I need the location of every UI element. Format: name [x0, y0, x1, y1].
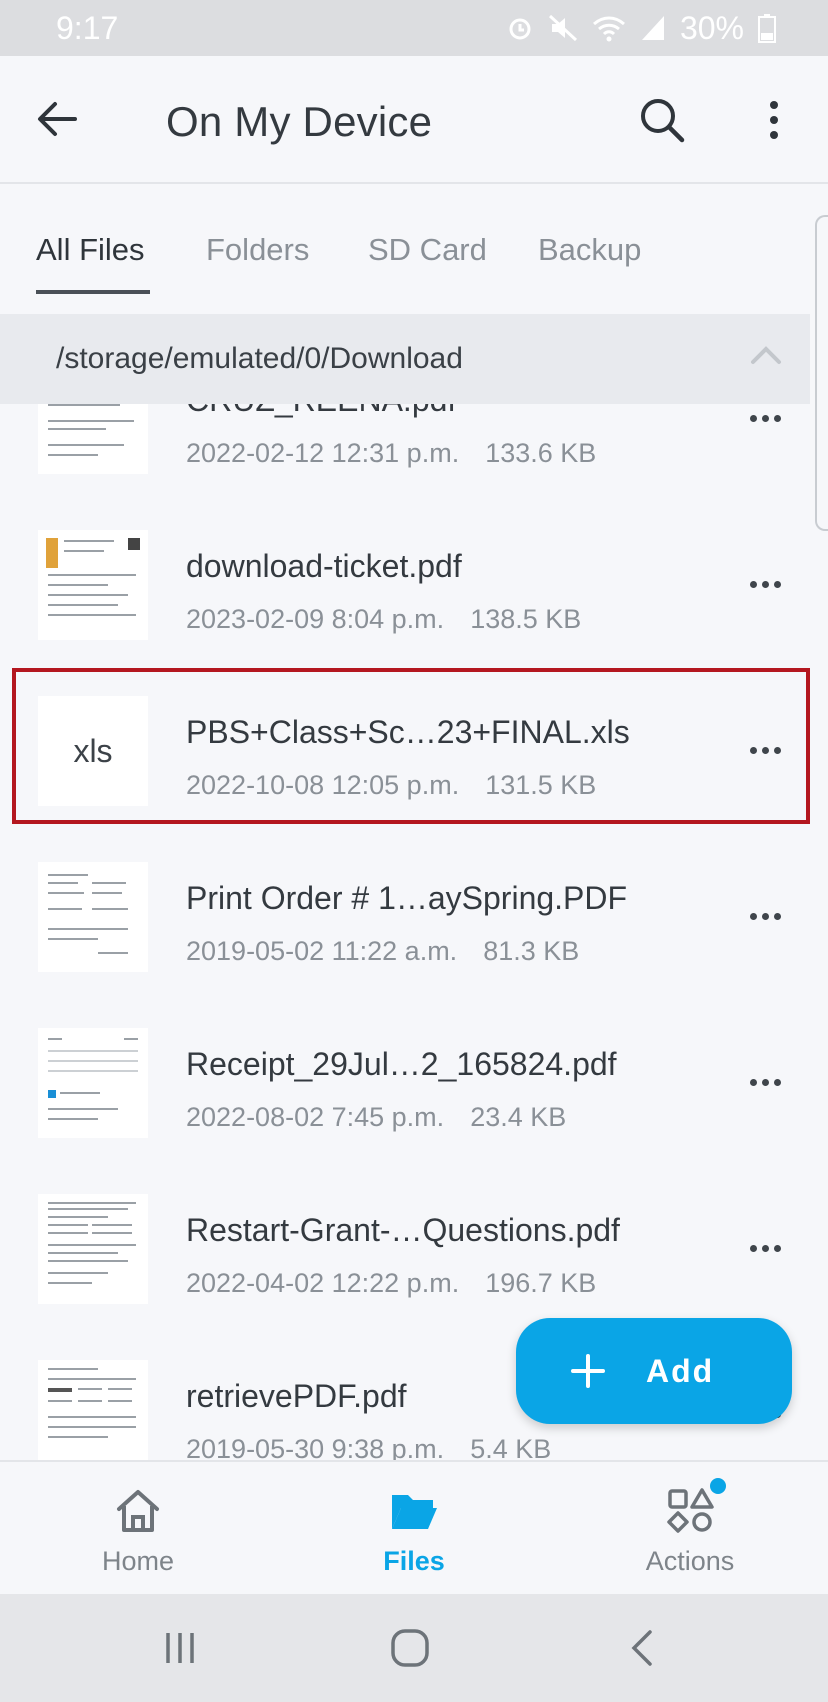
add-button[interactable]: Add	[516, 1318, 792, 1424]
alarm-icon	[509, 18, 531, 40]
file-size: 81.3 KB	[483, 936, 580, 966]
back-button[interactable]	[30, 92, 84, 146]
file-size: 131.5 KB	[485, 770, 597, 800]
recents-button[interactable]	[150, 1624, 210, 1672]
file-name: retrievePDF.pdf	[186, 1378, 407, 1414]
plus-icon	[571, 1354, 605, 1388]
file-meta: 2022-10-08 12:05 p.m. 131.5 KB	[186, 770, 596, 801]
xls-file-icon: xls	[38, 696, 148, 806]
folder-open-icon	[392, 1495, 437, 1529]
more-vertical-icon	[770, 101, 778, 139]
file-date: 2022-10-08 12:05 p.m.	[186, 770, 460, 800]
recents-icon	[166, 1633, 194, 1663]
file-name: CRUZ_REENA.pdf	[186, 404, 456, 419]
nav-files-label: Files	[383, 1546, 445, 1576]
file-size: 138.5 KB	[470, 604, 582, 634]
file-meta: 2019-05-02 11:22 a.m. 81.3 KB	[186, 936, 579, 967]
file-row[interactable]: Restart-Grant-…Questions.pdf 2022-04-02 …	[0, 1172, 810, 1338]
file-size: 23.4 KB	[470, 1102, 567, 1132]
tab-bar: All Files Folders SD Card Backup	[0, 186, 828, 314]
file-meta: 2023-02-09 8:04 p.m. 138.5 KB	[186, 604, 581, 635]
back-chevron-icon	[631, 1630, 652, 1666]
mute-icon	[548, 14, 577, 42]
page-title: On My Device	[166, 98, 433, 145]
file-name: download-ticket.pdf	[186, 548, 462, 584]
bottom-navigation: Home Files Actions	[0, 1460, 828, 1594]
file-thumbnail	[38, 530, 148, 640]
nav-home[interactable]: Home	[58, 1482, 218, 1577]
search-icon	[641, 99, 685, 143]
scrollbar-thumb[interactable]	[815, 215, 828, 531]
active-tab-indicator	[36, 290, 150, 294]
file-row[interactable]: CRUZ_REENA.pdf 2022-02-12 12:31 p.m. 133.…	[0, 404, 810, 508]
tab-all-files[interactable]: All Files	[36, 232, 145, 268]
wifi-icon	[592, 16, 625, 42]
chevron-up-icon[interactable]	[750, 344, 782, 366]
system-home-button[interactable]	[380, 1624, 440, 1672]
file-more-button[interactable]	[742, 564, 788, 604]
arrow-left-icon	[38, 102, 77, 136]
search-button[interactable]	[632, 90, 692, 150]
add-button-label: Add	[646, 1352, 715, 1389]
shapes-icon	[667, 1488, 714, 1533]
screen: 9:17 30% On My Device All Files Folders …	[0, 0, 828, 1702]
file-more-button[interactable]	[742, 896, 788, 936]
file-thumbnail	[38, 1194, 148, 1304]
path-bar[interactable]: /storage/emulated/0/Download	[0, 314, 810, 404]
file-date: 2019-05-30 9:38 p.m.	[186, 1434, 445, 1460]
battery-percent: 30%	[679, 9, 744, 46]
file-more-button[interactable]	[742, 404, 788, 438]
file-meta: 2022-04-02 12:22 p.m. 196.7 KB	[186, 1268, 596, 1299]
status-time: 9:17	[56, 9, 119, 46]
file-meta: 2022-02-12 12:31 p.m. 133.6 KB	[186, 438, 596, 469]
file-thumbnail	[38, 1028, 148, 1138]
battery-icon	[758, 14, 776, 43]
file-more-button[interactable]	[742, 1228, 788, 1268]
system-back-button[interactable]	[612, 1624, 672, 1672]
tab-folders[interactable]: Folders	[206, 232, 309, 268]
file-meta: 2019-05-30 9:38 p.m. 5.4 KB	[186, 1434, 551, 1460]
nav-actions[interactable]: Actions	[610, 1478, 770, 1577]
file-size: 196.7 KB	[485, 1268, 597, 1298]
file-name: Restart-Grant-…Questions.pdf	[186, 1212, 620, 1248]
file-meta: 2022-08-02 7:45 p.m. 23.4 KB	[186, 1102, 566, 1133]
file-thumbnail	[38, 1360, 148, 1460]
tab-sd-card[interactable]: SD Card	[368, 232, 487, 268]
file-date: 2019-05-02 11:22 a.m.	[186, 936, 458, 966]
nav-home-label: Home	[101, 1546, 175, 1576]
file-size: 133.6 KB	[485, 438, 597, 468]
file-date: 2022-02-12 12:31 p.m.	[186, 438, 460, 468]
file-row[interactable]: Print Order # 1…aySpring.PDF 2019-05-02 …	[0, 840, 810, 1006]
nav-actions-label: Actions	[645, 1546, 735, 1576]
file-date: 2022-08-02 7:45 p.m.	[186, 1102, 445, 1132]
home-circle-icon	[391, 1629, 429, 1667]
file-name: Receipt_29Jul…2_165824.pdf	[186, 1046, 617, 1082]
file-row[interactable]: download-ticket.pdf 2023-02-09 8:04 p.m.…	[0, 508, 810, 674]
app-bar: On My Device	[0, 56, 828, 184]
file-date: 2022-04-02 12:22 p.m.	[186, 1268, 460, 1298]
status-icons: 30%	[506, 10, 776, 47]
file-name: Print Order # 1…aySpring.PDF	[186, 880, 628, 916]
status-bar: 9:17 30%	[0, 0, 828, 56]
file-list: CRUZ_REENA.pdf 2022-02-12 12:31 p.m. 133.…	[0, 404, 810, 1460]
file-more-button[interactable]	[742, 1062, 788, 1102]
notification-dot	[710, 1478, 726, 1494]
file-row[interactable]: xls PBS+Class+Sc…23+FINAL.xls 2022-10-08…	[0, 674, 810, 840]
nav-files[interactable]: Files	[334, 1482, 494, 1577]
overflow-menu-button[interactable]	[748, 90, 800, 150]
path-text: /storage/emulated/0/Download	[56, 342, 463, 375]
file-name: PBS+Class+Sc…23+FINAL.xls	[186, 714, 630, 750]
file-size: 5.4 KB	[470, 1434, 552, 1460]
home-icon	[117, 1490, 159, 1532]
file-row[interactable]: Receipt_29Jul…2_165824.pdf 2022-08-02 7:…	[0, 1006, 810, 1172]
file-thumbnail	[38, 404, 148, 474]
file-date: 2023-02-09 8:04 p.m.	[186, 604, 445, 634]
signal-icon	[641, 16, 664, 40]
file-more-button[interactable]	[742, 730, 788, 770]
file-thumbnail	[38, 862, 148, 972]
tab-backup[interactable]: Backup	[538, 232, 641, 268]
system-navigation-bar	[0, 1594, 828, 1702]
